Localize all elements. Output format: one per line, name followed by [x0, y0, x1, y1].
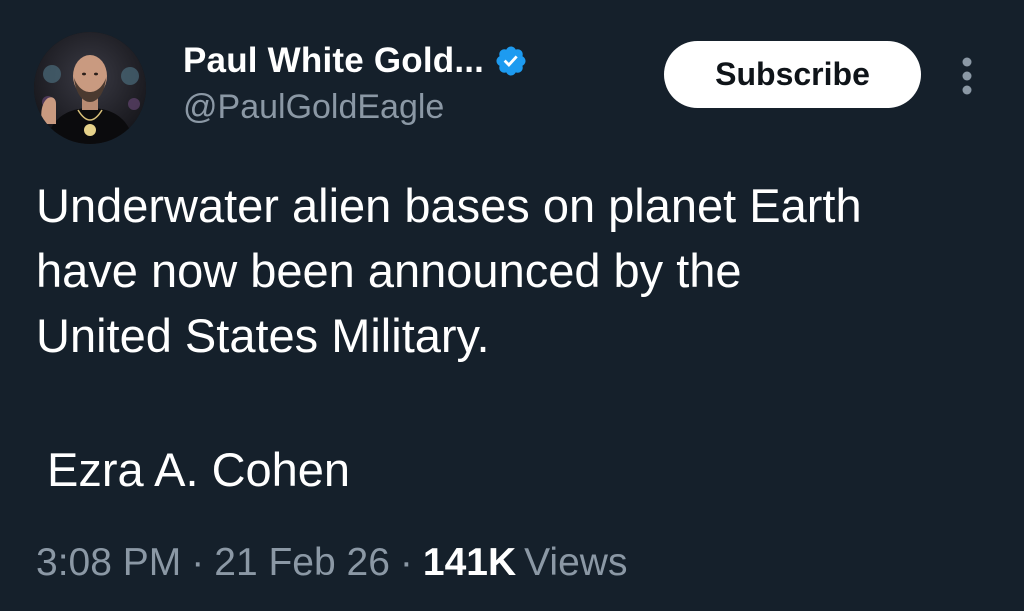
author-handle[interactable]: @PaulGoldEagle: [183, 88, 444, 127]
tweet-time[interactable]: 3:08 PM: [36, 541, 181, 585]
meta-separator: ·: [399, 541, 413, 584]
more-vertical-icon[interactable]: [950, 54, 984, 98]
meta-separator: ·: [191, 541, 205, 584]
verified-badge-icon[interactable]: [494, 44, 528, 78]
views-count[interactable]: 141K: [423, 541, 516, 585]
subscribe-button[interactable]: Subscribe: [664, 41, 921, 108]
author-display-name[interactable]: Paul White Gold...: [183, 41, 484, 81]
avatar-image: [34, 32, 146, 144]
avatar[interactable]: [34, 32, 146, 144]
tweet-text: Underwater alien bases on planet Earth h…: [36, 179, 862, 362]
tweet-date[interactable]: 21 Feb 26: [214, 541, 390, 585]
author-name-row: Paul White Gold...: [183, 39, 528, 83]
tweet-card: Paul White Gold... @PaulGoldEagle Subscr…: [0, 0, 1024, 611]
views-label[interactable]: Views: [524, 541, 627, 585]
tweet-signature: Ezra A. Cohen: [47, 443, 351, 496]
tweet-header: Paul White Gold... @PaulGoldEagle Subscr…: [0, 0, 1024, 160]
tweet-meta: 3:08 PM · 21 Feb 26 · 141K Views: [36, 534, 627, 592]
